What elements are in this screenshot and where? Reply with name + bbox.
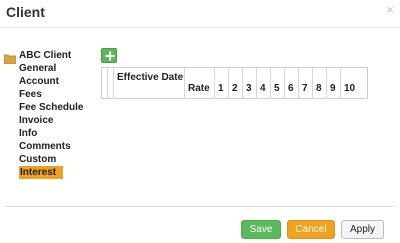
grid-col-effective-date[interactable]: Effective Date <box>114 68 185 98</box>
grid-col-5[interactable]: 5 <box>271 68 285 98</box>
grid-col-2[interactable]: 2 <box>229 68 243 98</box>
add-button[interactable] <box>101 48 117 63</box>
sidebar-root-label: ABC Client <box>19 50 72 61</box>
sidebar-root[interactable]: ABC Client <box>3 49 96 64</box>
sidebar-item-fee-schedule[interactable]: Fee Schedule <box>19 101 96 114</box>
sidebar-item-interest[interactable]: Interest <box>19 166 63 179</box>
apply-button[interactable]: Apply <box>341 220 384 239</box>
sidebar-item-comments[interactable]: Comments <box>19 140 96 153</box>
sidebar-item-custom[interactable]: Custom <box>19 153 96 166</box>
grid-col-8[interactable]: 8 <box>313 68 327 98</box>
sidebar-item-info[interactable]: Info <box>19 127 96 140</box>
sidebar-item-fees[interactable]: Fees <box>19 88 96 101</box>
dialog-title: Client <box>6 4 45 20</box>
plus-icon <box>105 51 115 61</box>
grid-col-3[interactable]: 3 <box>243 68 257 98</box>
folder-icon <box>3 51 17 64</box>
sidebar-tree: ABC Client General Account Fees Fee Sche… <box>3 49 96 179</box>
cancel-button[interactable]: Cancel <box>287 220 335 239</box>
dialog-titlebar: Client × <box>0 0 400 28</box>
grid-col-1[interactable]: 1 <box>215 68 229 98</box>
grid-col-6[interactable]: 6 <box>285 68 299 98</box>
save-button[interactable]: Save <box>241 220 281 239</box>
footer-divider <box>6 206 394 207</box>
sidebar-item-invoice[interactable]: Invoice <box>19 114 96 127</box>
grid-col-7[interactable]: 7 <box>299 68 313 98</box>
grid-col-9[interactable]: 9 <box>327 68 341 98</box>
sidebar-item-account[interactable]: Account <box>19 75 96 88</box>
grid-col-rate[interactable]: Rate <box>185 68 215 98</box>
grid-col-10[interactable]: 10 <box>341 68 362 98</box>
close-icon[interactable]: × <box>386 2 394 18</box>
sidebar-item-general[interactable]: General <box>19 62 96 75</box>
interest-grid: Effective Date Rate 1 2 3 4 5 6 7 8 9 10 <box>101 67 368 99</box>
grid-col-4[interactable]: 4 <box>257 68 271 98</box>
